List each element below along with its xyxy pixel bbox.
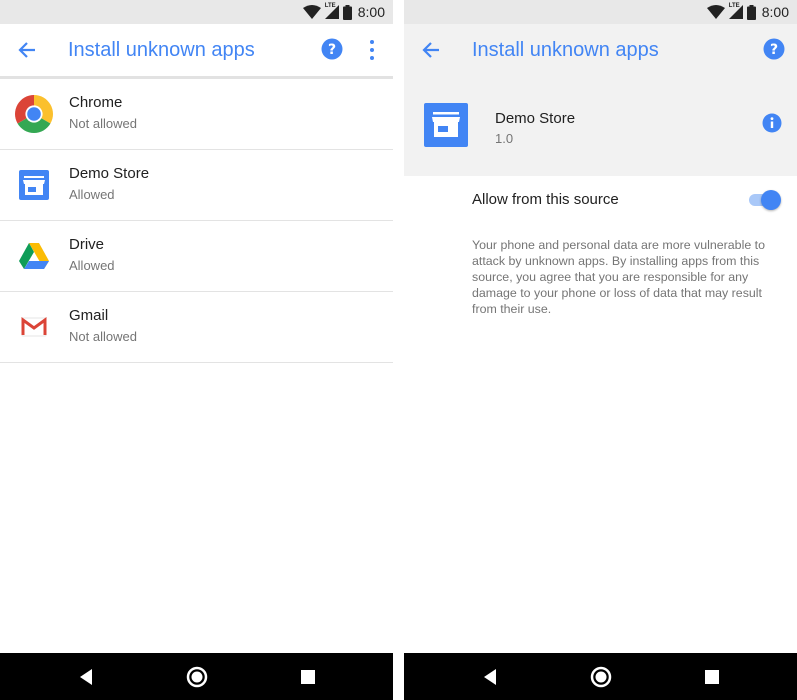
wifi-icon [302,5,321,19]
signal-icon: LTE [324,3,339,19]
nav-back-button[interactable] [476,663,504,691]
app-name: Drive [69,236,105,253]
status-bar: LTE 8:00 [404,0,797,24]
status-time: 8:00 [357,4,385,20]
help-button[interactable]: ? [763,38,787,62]
nav-back-icon [80,669,92,685]
nav-home-button[interactable] [587,663,615,691]
battery-icon [342,4,352,20]
store-icon [19,170,49,200]
status-time: 8:00 [761,4,789,20]
app-status: Not allowed [69,329,137,344]
nav-back-button[interactable] [72,663,100,691]
app-header: Demo Store 1.0 [404,76,797,176]
status-bar: LTE 8:00 [0,0,393,24]
app-name: Chrome [69,94,123,111]
page-title: Install unknown apps [472,39,659,61]
help-button[interactable]: ? [321,38,345,62]
nav-recents-icon [301,670,315,684]
page-title: Install unknown apps [68,39,255,61]
drive-icon [19,243,49,269]
more-vert-icon [370,40,374,60]
nav-recents-icon [705,670,719,684]
screen-app-detail: LTE 8:00 Install unknown apps ? Demo Sto… [404,0,797,700]
svg-text:?: ? [328,42,336,58]
signal-icon: LTE [728,3,743,19]
arrow-back-icon [18,42,35,58]
nav-home-icon [186,666,208,688]
nav-recents-button[interactable] [294,663,322,691]
info-icon [762,113,782,133]
back-button[interactable] [418,38,444,62]
app-status: Not allowed [69,116,137,131]
nav-recents-button[interactable] [698,663,726,691]
wifi-icon [706,5,725,19]
app-name: Gmail [69,307,109,324]
allow-from-source-row[interactable]: Allow from this source [404,176,797,222]
list-item-gmail[interactable]: Gmail Not allowed [0,292,393,363]
chrome-icon [15,95,53,133]
network-type: LTE [324,3,336,9]
allow-from-source-toggle[interactable] [749,190,781,210]
app-bar: Install unknown apps ? [0,24,393,79]
battery-icon [746,4,756,20]
nav-home-button[interactable] [183,663,211,691]
security-warning-text: Your phone and personal data are more vu… [472,238,765,316]
arrow-back-icon [422,42,439,58]
app-version: 1.0 [495,131,514,146]
app-list: Chrome Not allowed Demo Store Allowed Dr… [0,79,393,363]
back-button[interactable] [14,38,40,62]
network-type: LTE [728,3,740,9]
nav-home-icon [590,666,612,688]
app-status: Allowed [69,258,115,273]
more-options-button[interactable] [360,38,384,62]
screen-app-list: LTE 8:00 Install unknown apps ? Chrome N… [0,0,393,700]
store-icon [424,103,468,147]
toggle-thumb [761,190,781,210]
list-item-chrome[interactable]: Chrome Not allowed [0,79,393,150]
list-item-drive[interactable]: Drive Allowed [0,221,393,292]
navigation-bar [404,653,797,700]
app-bar: Install unknown apps ? [404,24,797,76]
app-info-button[interactable] [762,113,782,133]
svg-text:?: ? [770,42,778,58]
gmail-icon [21,317,47,337]
nav-back-icon [484,669,496,685]
toggle-label: Allow from this source [472,191,619,208]
app-status: Allowed [69,187,115,202]
app-name: Demo Store [69,165,150,182]
app-name: Demo Store [495,110,576,127]
list-item-demo-store[interactable]: Demo Store Allowed [0,150,393,221]
navigation-bar [0,653,393,700]
help-icon: ? [321,38,343,60]
help-icon: ? [763,38,785,60]
